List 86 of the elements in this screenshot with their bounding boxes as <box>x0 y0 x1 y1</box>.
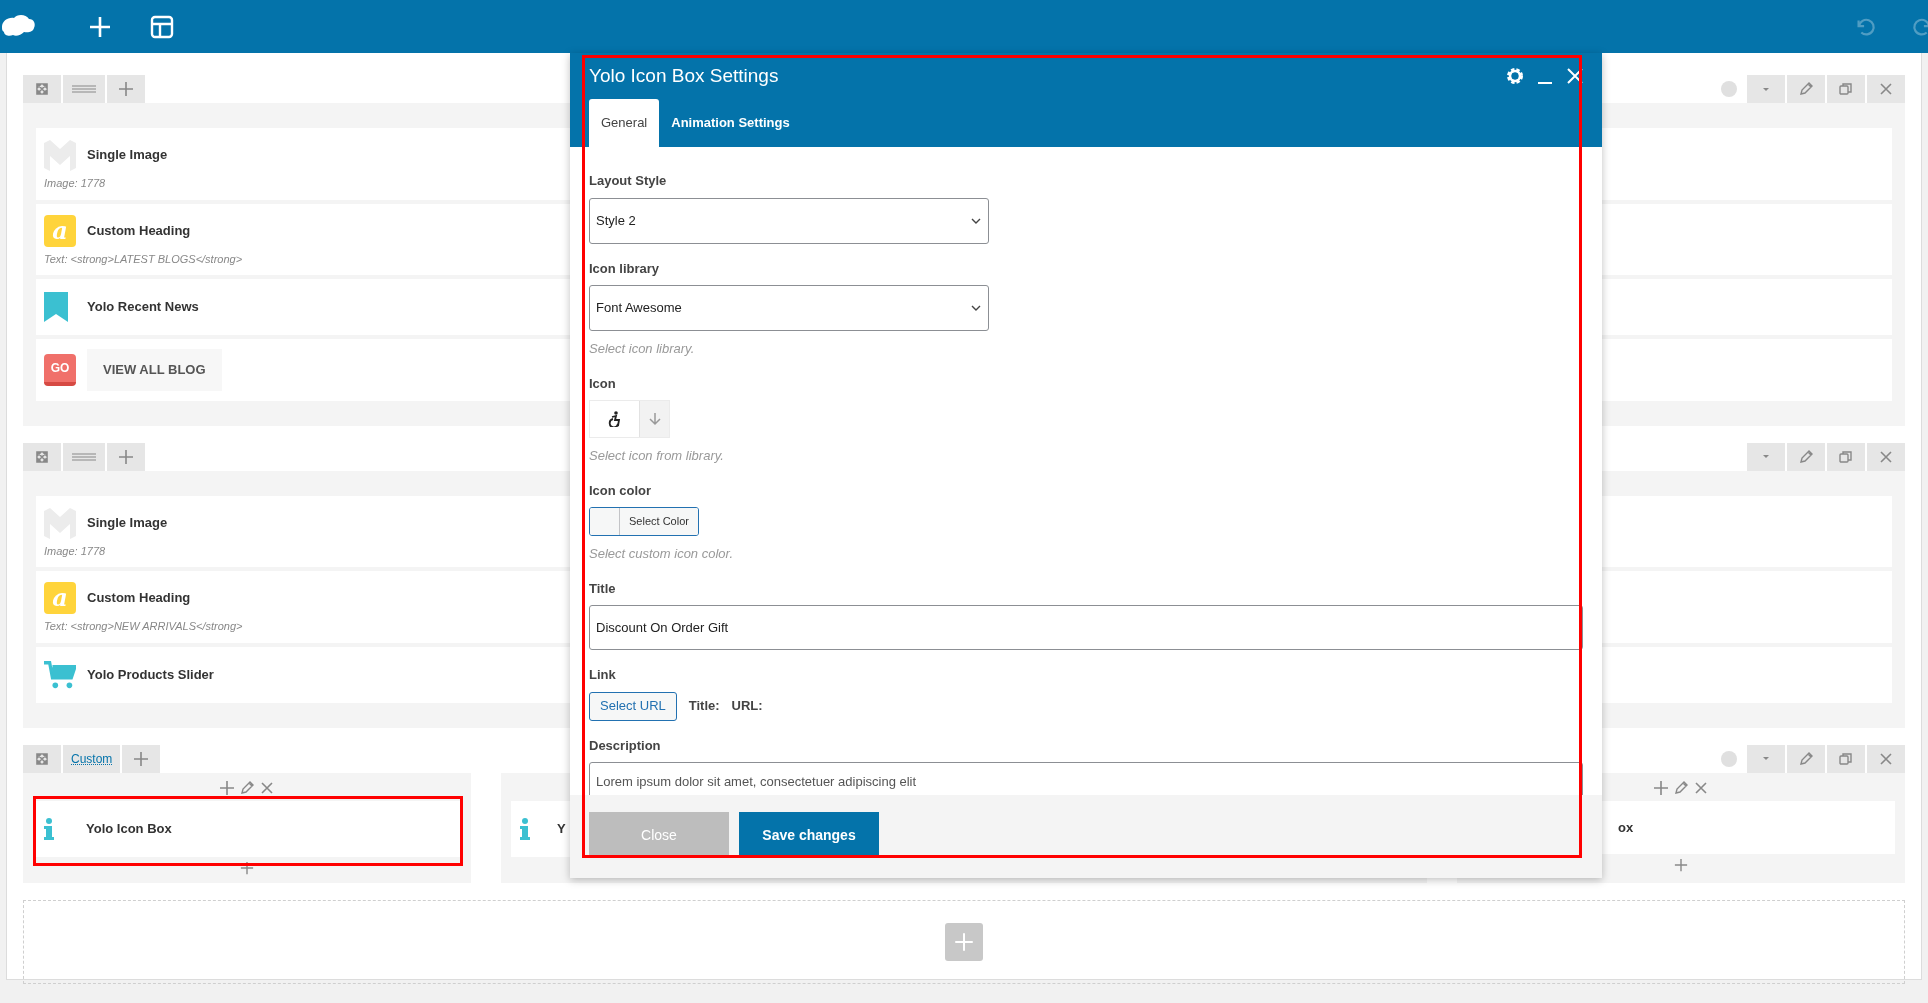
element-title: Custom Heading <box>87 221 191 240</box>
layout-icon[interactable] <box>150 14 174 39</box>
caret-icon <box>1763 455 1769 458</box>
edit-button[interactable] <box>1787 442 1825 471</box>
edit-icon[interactable] <box>1673 779 1689 796</box>
field-label: Link <box>589 666 616 684</box>
element-title: Y <box>557 819 566 838</box>
add-icon[interactable] <box>240 860 254 875</box>
field-label: Description <box>589 736 661 755</box>
settings-tab[interactable]: Animation Settings <box>659 99 802 147</box>
copy-icon <box>1838 81 1854 97</box>
drag-lines-button[interactable] <box>63 442 105 471</box>
caret-icon <box>1763 87 1769 91</box>
close-icon[interactable] <box>1693 779 1709 796</box>
drag-lines-button[interactable] <box>63 75 105 103</box>
field-hint: Select custom icon color. <box>589 545 735 563</box>
element-card[interactable]: Yolo Icon Box <box>33 800 461 857</box>
view-all-button[interactable]: VIEW ALL BLOG <box>87 349 222 391</box>
link-url-label: URL: <box>731 697 763 716</box>
add-icon <box>118 448 134 465</box>
heading-badge-icon: a <box>44 582 76 614</box>
element-title: Custom Heading <box>87 589 191 608</box>
element-title: Yolo Recent News <box>87 298 199 317</box>
modal-title: Yolo Icon Box Settings <box>589 64 779 88</box>
close-icon[interactable] <box>259 779 275 796</box>
edit-button[interactable] <box>1787 75 1825 103</box>
close-button[interactable] <box>1867 442 1905 471</box>
add-element-button[interactable] <box>945 922 983 961</box>
element-subtitle: Image: 1778 <box>44 543 106 559</box>
add-icon <box>133 750 150 767</box>
add-icon[interactable] <box>1674 858 1688 872</box>
copy-button[interactable] <box>1827 744 1865 773</box>
element-subtitle: Image: 1778 <box>44 176 106 191</box>
add-button[interactable] <box>122 744 161 773</box>
expand-button[interactable] <box>23 75 61 103</box>
caret-icon <box>1763 757 1769 760</box>
field-label: Icon library <box>589 259 660 278</box>
field-label: Icon <box>589 374 616 393</box>
add-icon[interactable] <box>219 779 235 796</box>
element-title: Single Image <box>87 513 168 532</box>
field-label: Title <box>589 579 616 598</box>
copy-button[interactable] <box>1827 442 1865 471</box>
field-hint: Select icon from library. <box>589 447 725 465</box>
add-button[interactable] <box>107 442 145 471</box>
copy-button[interactable] <box>1827 75 1865 103</box>
close-button[interactable] <box>1867 744 1905 773</box>
arrow-down-icon <box>648 412 661 426</box>
element-title: ox <box>1618 818 1634 837</box>
go-badge-icon: GO <box>44 353 76 386</box>
add-icon <box>954 931 974 952</box>
save-button[interactable]: Save changes <box>739 812 879 858</box>
close-icon <box>1878 81 1894 97</box>
edit-icon <box>1798 448 1814 465</box>
select-url-button[interactable]: Select URL <box>589 691 677 721</box>
element-subtitle: Text: <strong>NEW ARRIVALS</strong> <box>44 619 243 634</box>
edit-icon <box>1798 81 1814 97</box>
field-hint: Select icon library. <box>589 340 696 358</box>
field-label: Layout Style <box>589 172 667 190</box>
icon-picker[interactable] <box>589 400 670 438</box>
edit-icon <box>1798 750 1814 767</box>
close-icon <box>1878 448 1894 465</box>
add-button[interactable] <box>107 75 145 103</box>
wheelchair-icon <box>606 411 623 427</box>
add-icon[interactable] <box>1653 779 1669 796</box>
element-title: Yolo Icon Box <box>86 819 172 838</box>
edit-icon[interactable] <box>239 779 255 796</box>
element-subtitle: Text: <strong>LATEST BLOGS</strong> <box>44 251 243 267</box>
close-icon <box>1878 750 1894 767</box>
color-picker-button[interactable]: Select Color <box>589 507 699 536</box>
settings-tab[interactable]: General <box>589 99 660 147</box>
heading-badge-icon: a <box>44 214 76 247</box>
copy-icon <box>1838 448 1854 465</box>
expand-button[interactable] <box>23 442 61 471</box>
copy-icon <box>1838 750 1854 767</box>
select-field[interactable]: Style 2 <box>589 197 989 244</box>
edit-button[interactable] <box>1787 744 1825 773</box>
title-input[interactable]: Discount On Order Gift <box>589 605 1583 650</box>
add-icon <box>118 81 134 97</box>
element-title: Yolo Products Slider <box>87 665 214 684</box>
link-title-label: Title: <box>688 697 720 716</box>
close-button[interactable] <box>1867 75 1905 103</box>
element-title: Single Image <box>87 146 168 165</box>
expand-button[interactable] <box>23 744 61 773</box>
select-field[interactable]: Font Awesome <box>589 285 989 331</box>
settings-icon[interactable] <box>1505 66 1525 87</box>
field-label: Icon color <box>589 481 652 500</box>
